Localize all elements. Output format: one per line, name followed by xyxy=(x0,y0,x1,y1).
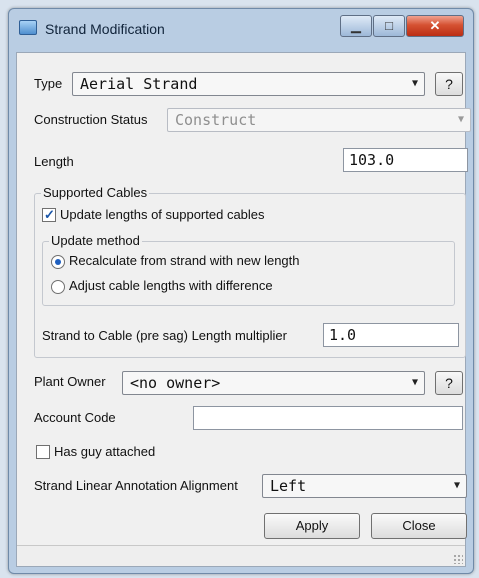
has-guy-checkbox[interactable] xyxy=(36,445,50,459)
dialog-content: Type Aerial Strand ▼ ? Construction Stat… xyxy=(16,52,471,567)
has-guy-label: Has guy attached xyxy=(54,444,156,459)
close-window-button[interactable]: ✕ xyxy=(406,15,464,37)
apply-button[interactable]: Apply xyxy=(264,513,360,539)
length-label: Length xyxy=(34,154,74,169)
plant-owner-select[interactable]: <no owner> ▼ xyxy=(122,371,425,395)
multiplier-input[interactable]: 1.0 xyxy=(323,323,459,347)
account-code-input[interactable] xyxy=(193,406,463,430)
close-button[interactable]: Close xyxy=(371,513,467,539)
resize-grip-icon[interactable] xyxy=(453,554,463,564)
close-icon: ✕ xyxy=(429,18,441,33)
annotation-alignment-select[interactable]: Left ▼ xyxy=(262,474,467,498)
supported-cables-legend: Supported Cables xyxy=(41,185,150,200)
construction-status-select: Construct ▼ xyxy=(167,108,471,132)
dropdown-arrow-icon: ▼ xyxy=(411,377,418,388)
plant-owner-help-button[interactable]: ? xyxy=(435,371,463,395)
dropdown-arrow-icon: ▼ xyxy=(457,114,464,125)
window-app-icon xyxy=(19,20,37,35)
update-lengths-label: Update lengths of supported cables xyxy=(60,207,265,222)
plant-owner-label: Plant Owner xyxy=(34,374,106,389)
minimize-icon: ▁ xyxy=(351,18,361,33)
construction-status-label: Construction Status xyxy=(34,112,148,127)
annotation-alignment-value: Left xyxy=(270,477,307,495)
recalculate-option-label: Recalculate from strand with new length xyxy=(69,253,300,268)
dropdown-arrow-icon: ▼ xyxy=(411,78,418,89)
recalculate-radio[interactable] xyxy=(51,255,65,269)
window-title: Strand Modification xyxy=(45,21,165,37)
type-label: Type xyxy=(34,76,63,91)
annotation-alignment-label: Strand Linear Annotation Alignment xyxy=(34,478,238,493)
type-select[interactable]: Aerial Strand ▼ xyxy=(72,72,425,96)
update-method-legend: Update method xyxy=(49,233,142,248)
status-bar xyxy=(17,545,465,566)
title-bar[interactable]: Strand Modification ▁ □ ✕ xyxy=(9,9,473,49)
maximize-button[interactable]: □ xyxy=(373,15,405,37)
length-input[interactable]: 103.0 xyxy=(343,148,468,172)
maximize-icon: □ xyxy=(385,18,393,33)
supported-cables-group: Supported Cables Update lengths of suppo… xyxy=(34,185,466,358)
update-method-group: Update method Recalculate from strand wi… xyxy=(42,233,455,306)
dropdown-arrow-icon: ▼ xyxy=(453,480,460,491)
plant-owner-value: <no owner> xyxy=(130,374,221,392)
strand-modification-dialog: Strand Modification ▁ □ ✕ Type Aerial St… xyxy=(8,8,474,574)
update-lengths-checkbox[interactable] xyxy=(42,207,56,223)
multiplier-label: Strand to Cable (pre sag) Length multipl… xyxy=(42,328,287,343)
adjust-difference-option-label: Adjust cable lengths with difference xyxy=(69,278,273,293)
type-help-button[interactable]: ? xyxy=(435,72,463,96)
account-code-label: Account Code xyxy=(34,410,116,425)
type-value: Aerial Strand xyxy=(80,75,198,93)
construction-status-value: Construct xyxy=(175,111,257,129)
adjust-difference-radio[interactable] xyxy=(51,280,65,294)
minimize-button[interactable]: ▁ xyxy=(340,15,372,37)
